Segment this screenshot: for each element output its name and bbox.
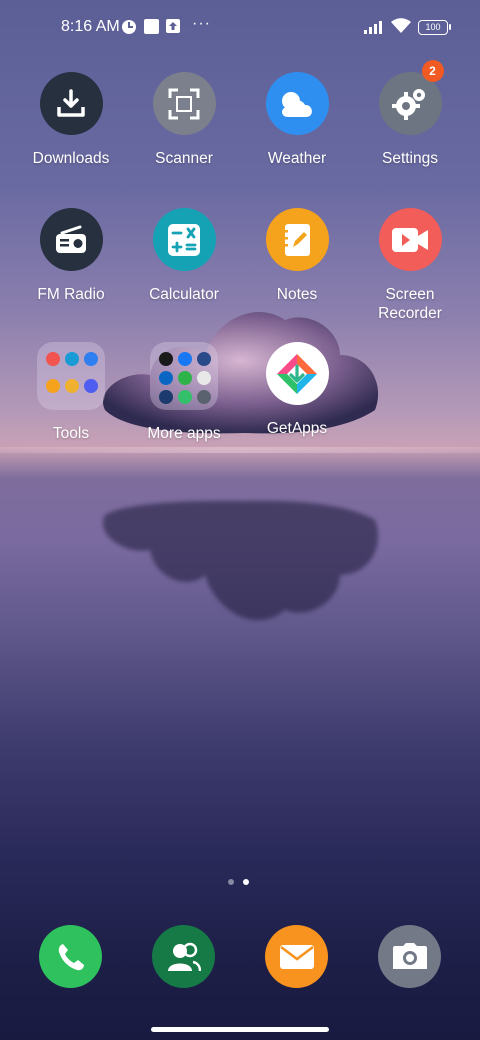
help-mini-icon <box>46 378 60 393</box>
envelope-icon <box>279 944 314 969</box>
app-weather[interactable]: Weather <box>242 72 352 168</box>
play-mini-icon <box>178 390 192 404</box>
app-label: Tools <box>52 425 90 442</box>
camera-icon <box>392 942 427 969</box>
page-indicator[interactable] <box>228 879 249 885</box>
square-notification-icon <box>144 19 159 34</box>
app-downloads[interactable]: Downloads <box>16 72 126 168</box>
notes-icon <box>265 208 329 271</box>
dock-camera[interactable] <box>378 925 441 988</box>
download-icon <box>39 72 103 135</box>
battery-icon: 100 <box>418 20 451 35</box>
video-camera-icon <box>378 208 442 271</box>
app-label: Screen Recorder <box>378 286 442 322</box>
cloud-icon <box>265 72 329 135</box>
app-label: Settings <box>381 150 438 167</box>
app-notes[interactable]: Notes <box>242 208 352 304</box>
radio-icon <box>39 208 103 271</box>
money-mini-icon <box>178 371 192 385</box>
recorder-mini-icon <box>46 352 60 366</box>
navigation-mini-icon <box>84 352 98 366</box>
dock-phone[interactable] <box>39 925 102 988</box>
compass-mini-icon <box>65 352 79 366</box>
status-more-indicator: ··· <box>192 15 211 32</box>
folder-more-apps[interactable]: More apps <box>129 342 239 443</box>
dock-messages[interactable] <box>265 925 328 988</box>
upload-notification-icon <box>166 19 180 33</box>
app-label: Scanner <box>155 150 213 167</box>
getapps-icon <box>265 342 329 405</box>
app-fm-radio[interactable]: FM Radio <box>16 208 126 304</box>
app-getapps[interactable]: GetApps <box>242 342 352 438</box>
app-settings[interactable]: 2 Settings <box>355 60 465 168</box>
app-label: FM Radio <box>37 286 105 303</box>
page-dot-active <box>243 879 249 885</box>
game-mini-icon <box>84 378 98 393</box>
phone-icon <box>58 943 84 970</box>
wifi-icon <box>391 18 411 33</box>
clock-settings-icon <box>122 20 136 34</box>
linkedin-mini-icon <box>159 371 173 385</box>
folder-icon <box>37 342 105 410</box>
status-bar: 8:16 AM ··· 100 <box>0 0 480 56</box>
misc-mini-icon <box>197 390 211 404</box>
scan-icon <box>152 72 216 135</box>
dock-contacts[interactable] <box>152 925 215 988</box>
folder-tools[interactable]: Tools <box>16 342 126 443</box>
page-dot <box>228 879 234 885</box>
app-label: More apps <box>147 425 221 442</box>
wallpaper-cloud-reflection <box>103 500 379 621</box>
home-indicator[interactable] <box>151 1027 329 1032</box>
notification-badge: 2 <box>421 60 444 82</box>
calculator-icon <box>152 208 216 271</box>
app-label: Weather <box>267 150 327 167</box>
cleaner-mini-icon <box>159 390 173 404</box>
status-time: 8:16 AM <box>61 18 120 35</box>
gear-icon: 2 <box>378 60 444 135</box>
signal-icon <box>364 21 382 34</box>
wallpaper-horizon <box>0 447 480 453</box>
contacts-icon <box>167 942 201 971</box>
file-manager-mini-icon <box>65 378 79 393</box>
app-label: Calculator <box>149 286 219 303</box>
app-label: Notes <box>276 286 318 303</box>
facebook-mini-icon <box>178 352 192 366</box>
app-label: Downloads <box>32 150 110 167</box>
app-scanner[interactable]: Scanner <box>129 72 239 168</box>
app-label: GetApps <box>266 420 328 437</box>
app-calculator[interactable]: Calculator <box>129 208 239 304</box>
amazon-mini-icon <box>159 352 173 366</box>
app-screen-recorder[interactable]: Screen Recorder <box>355 208 465 323</box>
folder-icon <box>150 342 218 410</box>
app-mini-icon <box>197 371 211 385</box>
browser-mini-icon <box>197 352 211 366</box>
